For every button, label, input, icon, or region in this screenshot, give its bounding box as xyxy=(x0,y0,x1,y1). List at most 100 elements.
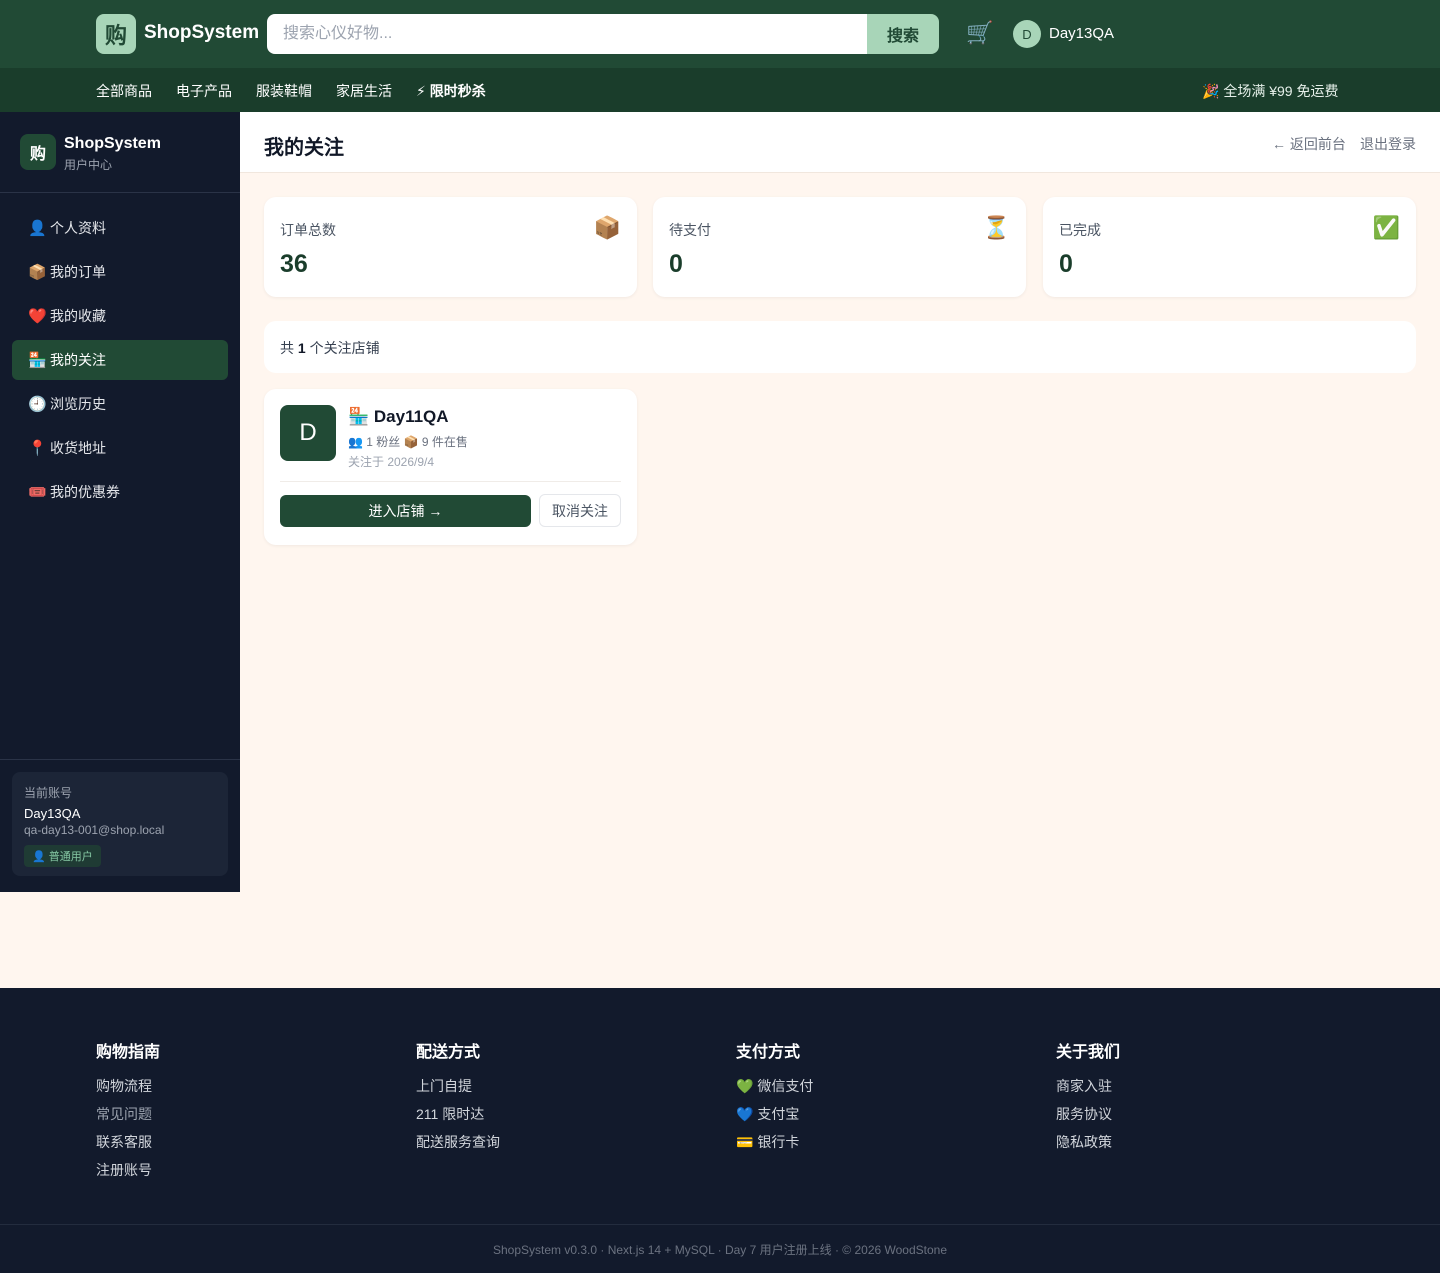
card-divider xyxy=(280,481,621,482)
avatar[interactable]: D xyxy=(1013,20,1041,48)
sidebar-divider xyxy=(0,759,240,760)
logout-link[interactable]: 退出登录 xyxy=(1360,134,1416,154)
sidebar-item-address[interactable]: 📍 收货地址 xyxy=(12,428,228,468)
following-count: 共 1 个关注店铺 xyxy=(264,321,1416,373)
content-header: 我的关注 ← 返回前台 退出登录 xyxy=(240,112,1440,173)
package-icon: 📦 xyxy=(28,264,47,281)
count-suffix: 个关注店铺 xyxy=(309,340,380,356)
sidebar-item-label: 我的订单 xyxy=(50,264,106,280)
footer-link[interactable]: 商家入驻 xyxy=(1056,1076,1120,1104)
user-name[interactable]: Day13QA xyxy=(1049,25,1114,42)
back-to-store-link[interactable]: ← 返回前台 xyxy=(1272,134,1346,154)
footer-link-wechat-pay[interactable]: 💚 微信支付 xyxy=(736,1076,813,1104)
followed-shop-card: D 🏪 Day11QA 👥 1 粉丝 📦 9 件在售 关注于 2026/9/4 … xyxy=(264,389,637,545)
copyright: ShopSystem v0.3.0 · Next.js 14 + MySQL ·… xyxy=(492,1243,948,1257)
footer-col-title: 购物指南 xyxy=(96,1044,161,1061)
count-value: 1 xyxy=(297,340,306,356)
role-badge: 👤 普通用户 xyxy=(24,845,101,867)
sidebar-item-orders[interactable]: 📦 我的订单 xyxy=(12,252,228,292)
search-input[interactable] xyxy=(267,14,867,54)
nav-all-products[interactable]: 全部商品 xyxy=(96,81,152,101)
footer-link[interactable]: 隐私政策 xyxy=(1056,1132,1120,1160)
shop-avatar[interactable]: D xyxy=(280,405,336,461)
footer-col-about: 关于我们 商家入驻 服务协议 隐私政策 xyxy=(1056,1038,1120,1160)
stat-card-pending-payment: 待支付 0 ⏳ xyxy=(653,197,1026,297)
footer-link[interactable]: 211 限时达 xyxy=(416,1104,500,1132)
sidebar-item-label: 收货地址 xyxy=(50,440,106,456)
stat-card-total-orders: 订单总数 36 📦 xyxy=(264,197,637,297)
sidebar-title: ShopSystem xyxy=(64,135,161,152)
footer-col-guide: 购物指南 购物流程 常见问题 联系客服 注册账号 xyxy=(96,1038,160,1188)
pin-icon: 📍 xyxy=(28,440,47,457)
sidebar-item-profile[interactable]: 👤 个人资料 xyxy=(12,208,228,248)
footer-link-alipay[interactable]: 💙 支付宝 xyxy=(736,1104,813,1132)
footer-col-title: 支付方式 xyxy=(736,1044,801,1061)
sidebar-divider xyxy=(0,192,240,193)
stat-label: 订单总数 xyxy=(280,222,336,238)
account-card: 当前账号 Day13QA qa-day13-001@shop.local 👤 普… xyxy=(12,772,228,876)
account-email: qa-day13-001@shop.local xyxy=(24,823,165,837)
footer-col-title: 配送方式 xyxy=(416,1044,481,1061)
account-name: Day13QA xyxy=(24,806,81,821)
sidebar: 购 ShopSystem 用户中心 👤 个人资料 📦 我的订单 ❤️ 我的收藏 … xyxy=(0,112,240,892)
shop-meta: 👥 1 粉丝 📦 9 件在售 xyxy=(348,435,468,449)
sidebar-subtitle: 用户中心 xyxy=(64,158,113,172)
sidebar-item-label: 浏览历史 xyxy=(50,396,106,412)
sidebar-item-label: 我的关注 xyxy=(50,352,106,368)
cart-icon[interactable]: 🛒 xyxy=(966,20,993,46)
footer-link[interactable]: 常见问题 xyxy=(96,1104,160,1132)
category-nav: 全部商品 电子产品 服装鞋帽 家居生活 ⚡ 限时秒杀 🎉 全场满 ¥99 免运费 xyxy=(0,68,1440,112)
footer-link[interactable]: 上门自提 xyxy=(416,1076,500,1104)
package-icon: 📦 xyxy=(593,215,621,240)
count-prefix: 共 xyxy=(280,340,294,356)
account-label: 当前账号 xyxy=(24,786,73,800)
sidebar-item-coupons[interactable]: 🎟️ 我的优惠券 xyxy=(12,472,228,512)
brand-name[interactable]: ShopSystem xyxy=(144,22,259,44)
footer-link[interactable]: 服务协议 xyxy=(1056,1104,1120,1132)
sidebar-logo-icon: 购 xyxy=(20,134,56,170)
clock-icon: 🕘 xyxy=(28,396,47,413)
store-icon: 🏪 xyxy=(28,352,47,369)
unfollow-button[interactable]: 取消关注 xyxy=(539,494,621,527)
stat-value: 0 xyxy=(1059,250,1073,278)
shop-name[interactable]: 🏪 Day11QA xyxy=(348,407,449,427)
footer-col-payment: 支付方式 💚 微信支付 💙 支付宝 💳 银行卡 xyxy=(736,1038,813,1160)
nav-clothing[interactable]: 服装鞋帽 xyxy=(256,81,312,101)
sidebar-item-label: 我的收藏 xyxy=(50,308,106,324)
footer-link[interactable]: 注册账号 xyxy=(96,1160,160,1188)
user-icon: 👤 xyxy=(28,220,47,237)
footer-divider xyxy=(0,1224,1440,1225)
stat-value: 0 xyxy=(669,250,683,278)
follow-date: 关注于 2026/9/4 xyxy=(348,455,435,469)
sidebar-item-label: 我的优惠券 xyxy=(50,484,120,500)
search-button[interactable]: 搜索 xyxy=(867,14,939,54)
check-icon: ✅ xyxy=(1372,215,1400,240)
sidebar-item-label: 个人资料 xyxy=(50,220,106,236)
nav-flash-sale[interactable]: ⚡ 限时秒杀 xyxy=(416,81,486,101)
nav-home[interactable]: 家居生活 xyxy=(336,81,392,101)
nav-electronics[interactable]: 电子产品 xyxy=(176,81,232,101)
footer-col-title: 关于我们 xyxy=(1056,1044,1121,1061)
ticket-icon: 🎟️ xyxy=(28,484,47,501)
footer-link[interactable]: 配送服务查询 xyxy=(416,1132,500,1160)
sidebar-item-favorites[interactable]: ❤️ 我的收藏 xyxy=(12,296,228,336)
stat-label: 已完成 xyxy=(1059,222,1101,238)
stat-value: 36 xyxy=(280,250,308,278)
nav-flash-sale-label: 限时秒杀 xyxy=(429,83,486,99)
promo-text: 🎉 全场满 ¥99 免运费 xyxy=(1202,83,1339,99)
page-title: 我的关注 xyxy=(264,137,344,159)
footer-link[interactable]: 联系客服 xyxy=(96,1132,160,1160)
lightning-icon: ⚡ xyxy=(416,83,426,99)
footer-link[interactable]: 购物流程 xyxy=(96,1076,160,1104)
hourglass-icon: ⏳ xyxy=(982,215,1010,240)
heart-icon: ❤️ xyxy=(28,308,47,325)
sidebar-item-history[interactable]: 🕘 浏览历史 xyxy=(12,384,228,424)
sidebar-item-following[interactable]: 🏪 我的关注 xyxy=(12,340,228,380)
top-header: 购 ShopSystem 搜索 🛒 D Day13QA xyxy=(0,0,1440,68)
logo-icon[interactable]: 购 xyxy=(96,14,136,54)
enter-shop-button[interactable]: 进入店铺 → xyxy=(280,495,531,527)
footer-col-delivery: 配送方式 上门自提 211 限时达 配送服务查询 xyxy=(416,1038,500,1160)
stat-label: 待支付 xyxy=(669,222,711,238)
stat-card-completed: 已完成 0 ✅ xyxy=(1043,197,1416,297)
footer-link-bank-card[interactable]: 💳 银行卡 xyxy=(736,1132,813,1160)
